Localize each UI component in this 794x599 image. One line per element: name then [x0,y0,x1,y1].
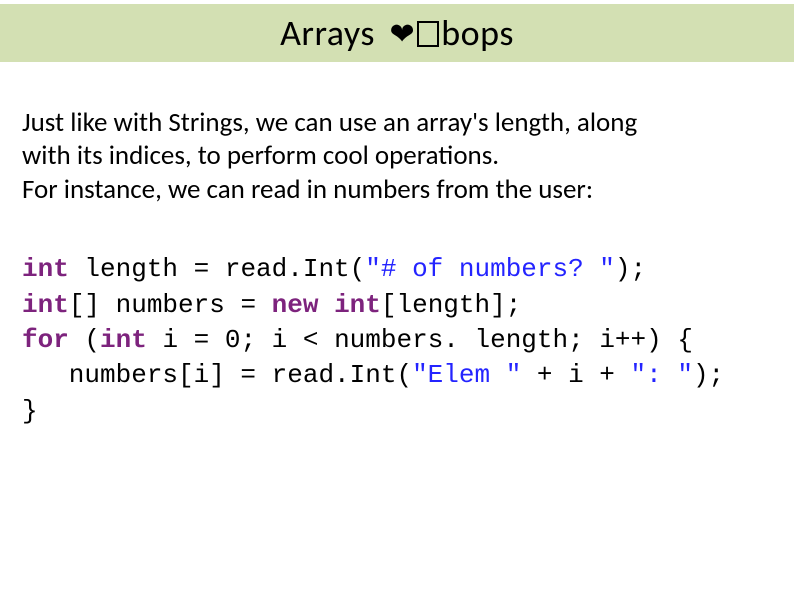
body-line-1: Just like with Strings, we can use an ar… [22,106,774,139]
code-text: i = 0; i < numbers. length; i++) { [147,325,693,355]
slide-title: Arrays ❤ bops [280,11,514,55]
kw-for: for [22,325,69,355]
string-literal: "Elem " [412,360,521,390]
title-bar: Arrays ❤ bops [0,4,794,62]
kw-int: int [22,254,69,284]
glyph-placeholder-icon [417,21,439,47]
code-text: [] numbers = [69,290,272,320]
kw-int: int [22,290,69,320]
code-text: length = read.Int( [69,254,365,284]
code-text [318,290,334,320]
code-text: } [22,396,38,426]
string-literal: "# of numbers? " [365,254,615,284]
kw-int: int [100,325,147,355]
code-text: [length]; [381,290,521,320]
code-text: numbers[i] = read.Int( [22,360,412,390]
title-text-right: bops [441,11,514,55]
code-text: ( [69,325,100,355]
body-paragraph: Just like with Strings, we can use an ar… [22,106,774,206]
kw-new: new [272,290,319,320]
body-line-2: with its indices, to perform cool operat… [22,139,774,172]
title-text-left: Arrays [280,11,383,55]
code-block: int length = read.Int("# of numbers? ");… [22,252,774,429]
code-text: + i + [521,360,630,390]
body-line-3: For instance, we can read in numbers fro… [22,173,774,206]
string-literal: ": " [631,360,693,390]
code-text: ); [615,254,646,284]
heart-icon: ❤ [390,16,416,53]
kw-int: int [334,290,381,320]
code-text: ); [693,360,724,390]
